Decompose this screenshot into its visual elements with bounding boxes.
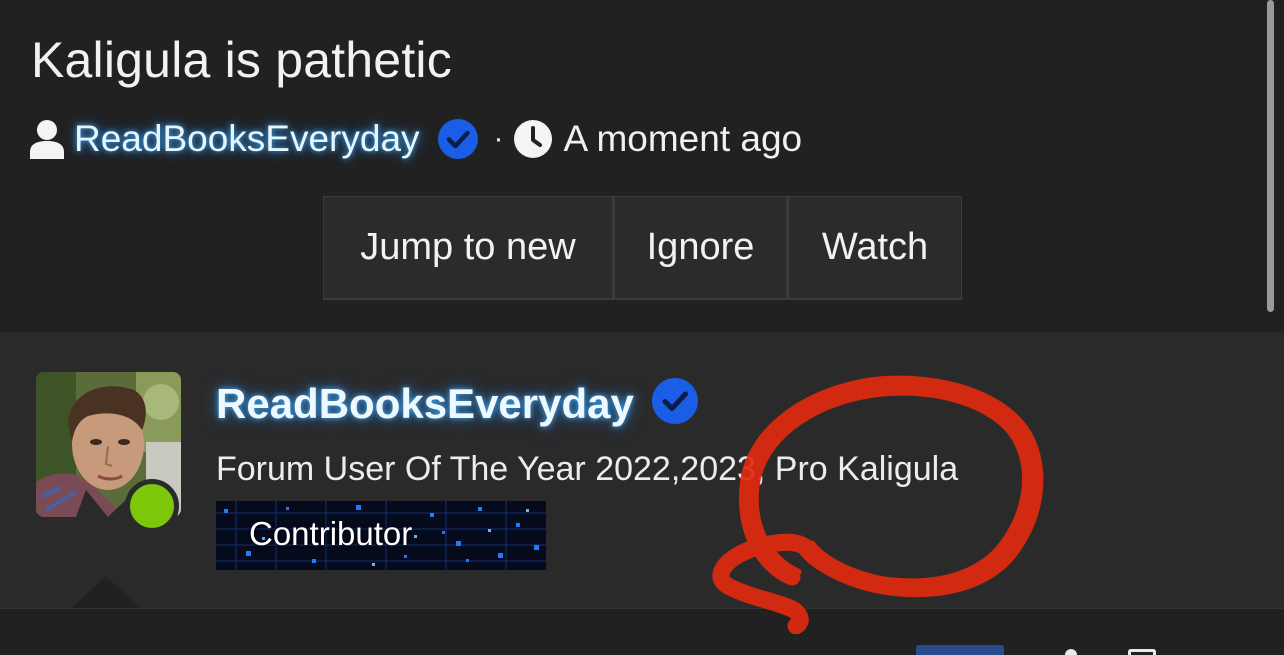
thread-author-link[interactable]: ReadBooksEveryday <box>74 118 420 160</box>
jump-to-new-button[interactable]: Jump to new <box>323 196 613 300</box>
thread-title: Kaligula is pathetic <box>31 32 452 88</box>
user-title: Forum User Of The Year 2022,2023, Pro Ka… <box>216 450 959 488</box>
watch-button[interactable]: Watch <box>787 196 962 300</box>
post-pointer <box>72 576 140 608</box>
thread-timestamp[interactable]: A moment ago <box>564 118 803 160</box>
thread-actions: Jump to new Ignore Watch <box>323 196 962 302</box>
bottom-tab-active[interactable] <box>916 645 1004 655</box>
meta-separator: · <box>493 122 504 155</box>
scrollbar-thumb[interactable] <box>1267 0 1274 312</box>
thread-meta: ReadBooksEveryday · A moment ago <box>30 114 802 164</box>
post: ReadBooksEveryday Forum User Of The Year… <box>0 332 1284 608</box>
person-icon[interactable] <box>1060 649 1082 655</box>
online-status-indicator <box>125 479 179 533</box>
verified-badge-icon <box>437 119 478 159</box>
post-author: ReadBooksEveryday <box>216 378 698 428</box>
ignore-button[interactable]: Ignore <box>613 196 787 300</box>
clock-icon <box>513 120 552 158</box>
contributor-label: Contributor <box>249 515 413 552</box>
forum-thread-page: Kaligula is pathetic ReadBooksEveryday ·… <box>0 0 1284 655</box>
verified-badge-icon <box>651 378 698 424</box>
bottom-toolbar <box>0 608 1284 655</box>
thread-header: Kaligula is pathetic ReadBooksEveryday ·… <box>0 0 1284 332</box>
contributor-banner: Contributor <box>216 501 546 570</box>
post-author-name[interactable]: ReadBooksEveryday <box>216 380 634 428</box>
square-icon[interactable] <box>1128 649 1156 655</box>
user-icon <box>30 120 64 159</box>
